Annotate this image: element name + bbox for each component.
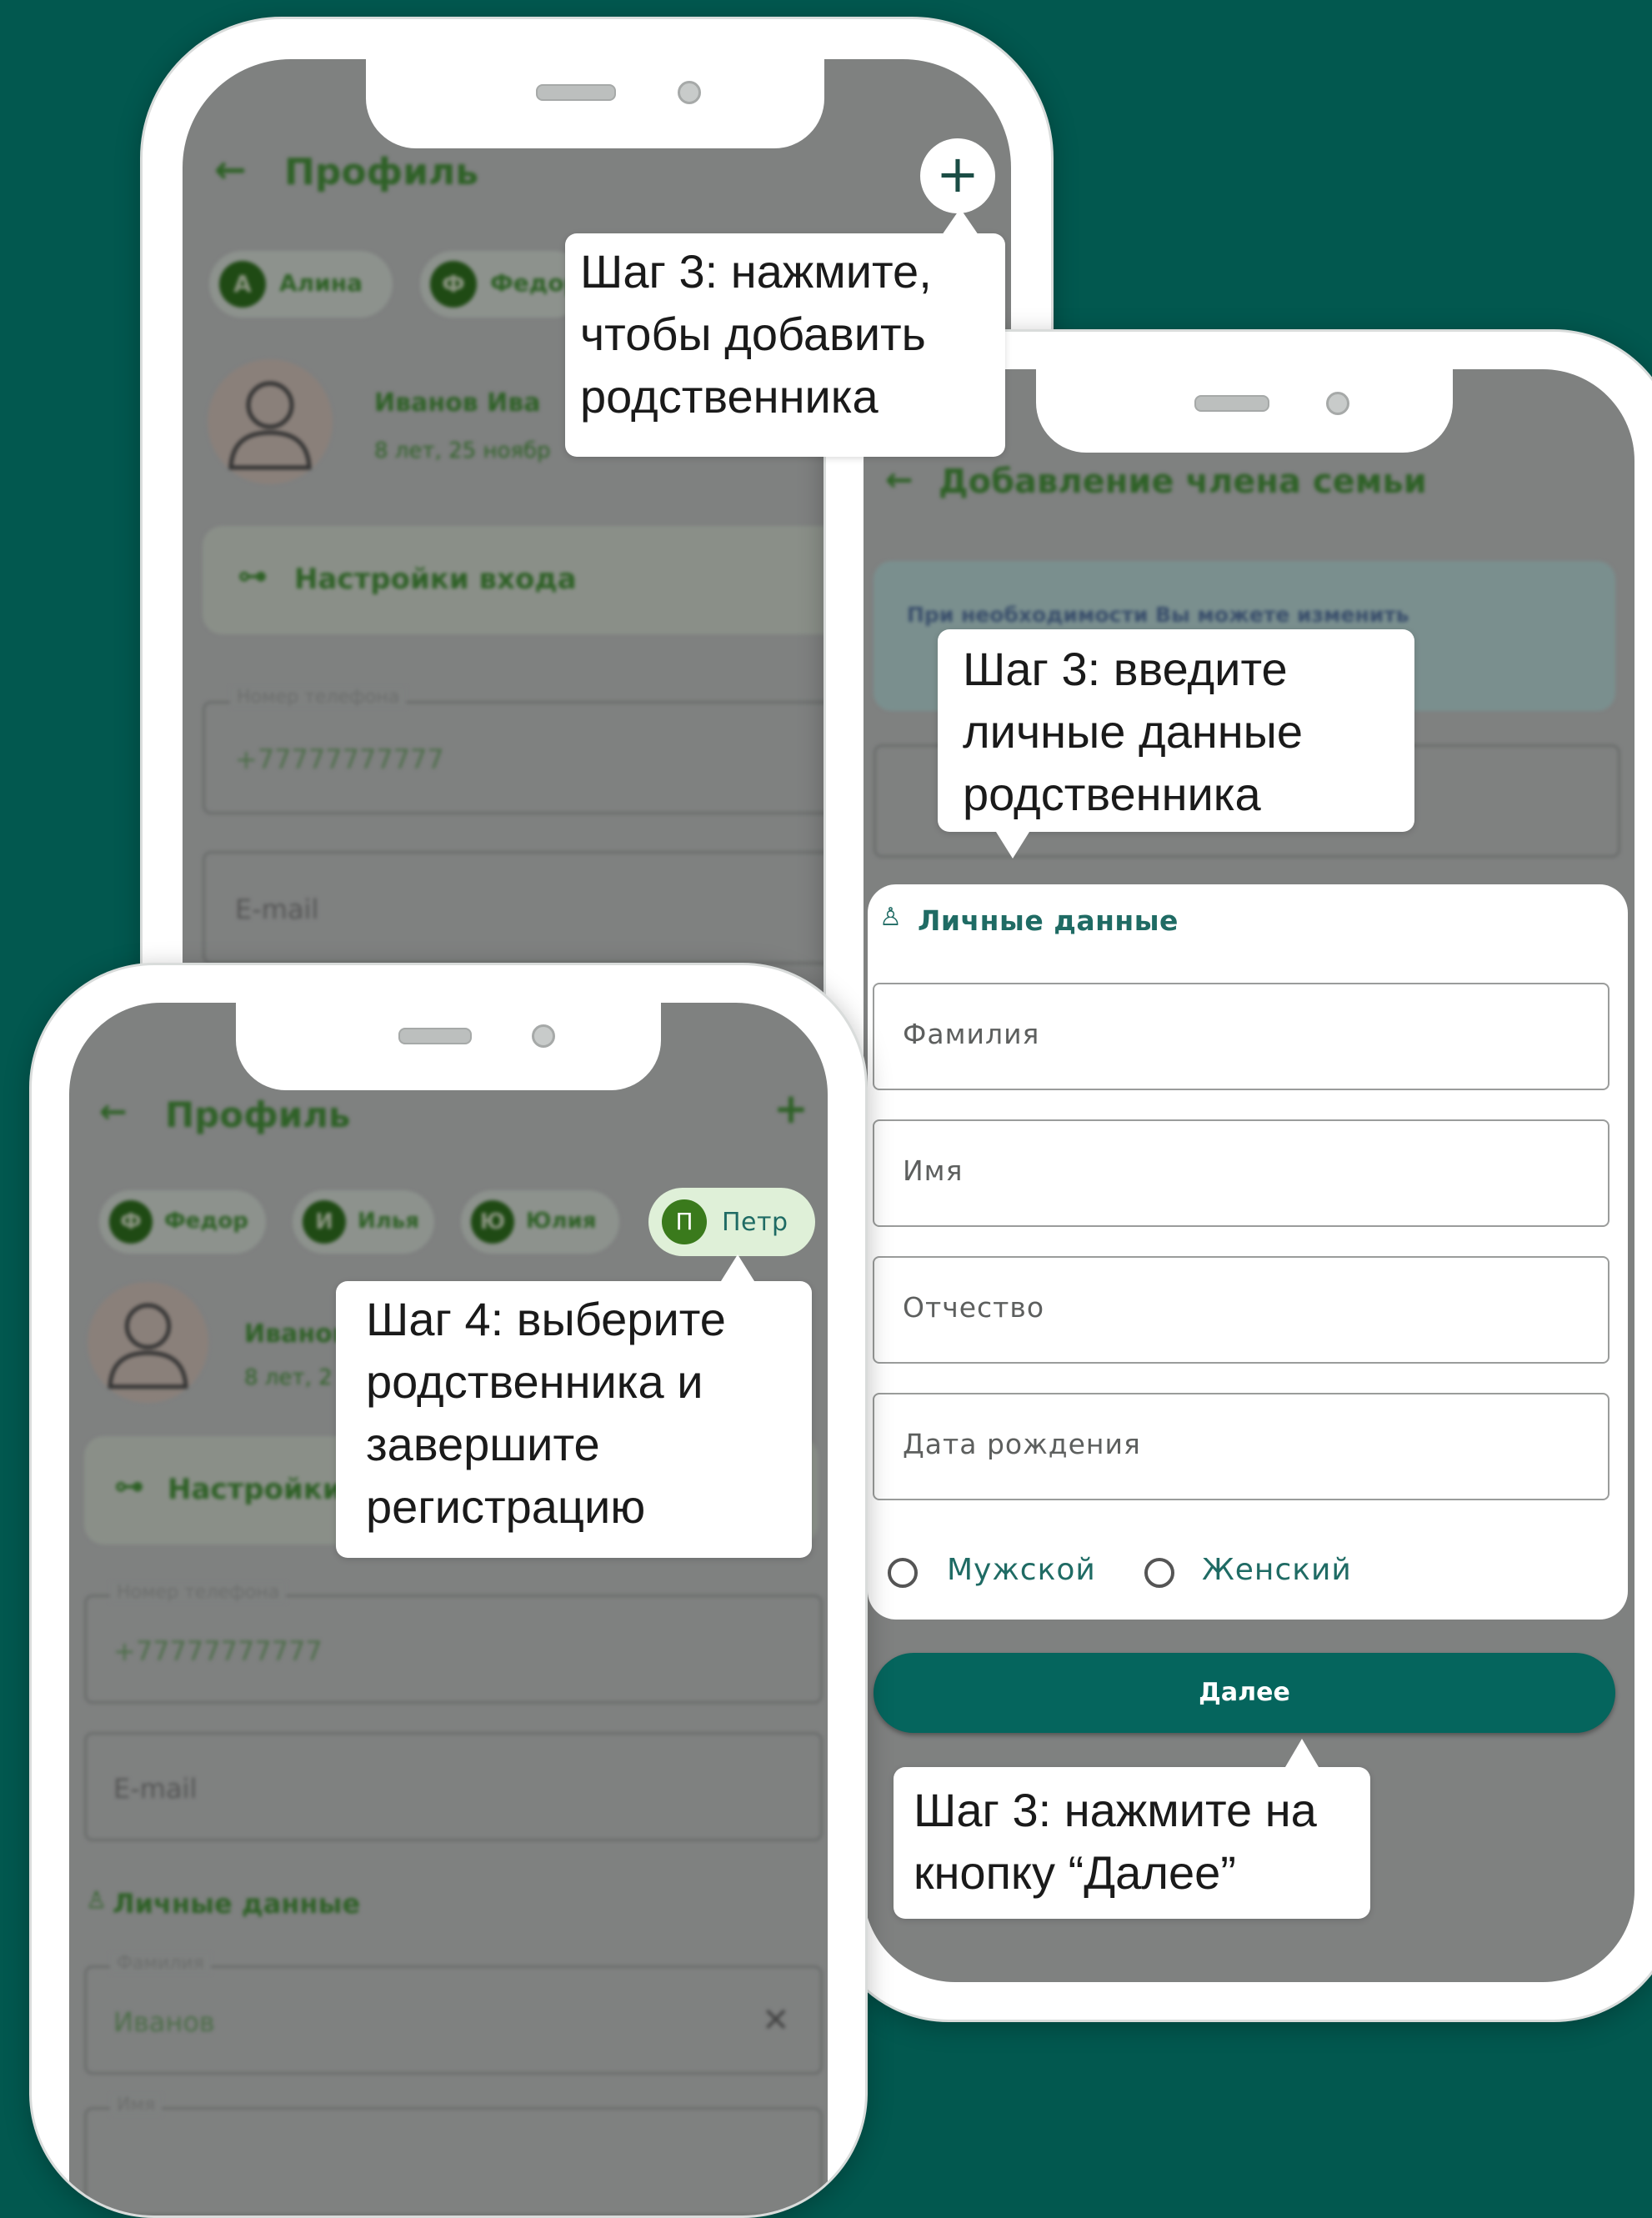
speaker — [398, 1028, 472, 1044]
add-relative-button[interactable]: + — [920, 138, 995, 213]
chip-alina[interactable]: А Алина — [209, 251, 393, 318]
speaker — [536, 84, 616, 101]
surname-field[interactable]: Фамилия Иванов ✕ — [84, 1953, 823, 2075]
user-age: 8 лет, 2 — [244, 1365, 333, 1390]
phone-profile-front: ← Профиль + Ф Федор И Илья Ю Юлия Иванов… — [29, 963, 868, 2218]
key-icon: ⊶ — [114, 1469, 144, 1504]
user-name: Иванов Ива — [374, 388, 541, 418]
key-icon: ⊶ — [238, 559, 268, 593]
camera — [678, 81, 701, 104]
user-age: 8 лет, 25 ноябр — [374, 438, 551, 463]
first-name-input[interactable]: Имя — [873, 1119, 1609, 1227]
avatar: И — [303, 1200, 346, 1244]
avatar: Ф — [430, 261, 477, 308]
user-avatar — [88, 1282, 208, 1403]
notch — [236, 999, 661, 1090]
section-title: Личные данные — [113, 1888, 361, 1920]
person-icon: ♙ — [86, 1886, 108, 1914]
tooltip-enter-data: Шаг 3: введите личные данные родственник… — [938, 629, 1414, 859]
camera — [1326, 392, 1349, 415]
chip-fedor[interactable]: Ф Федор — [420, 251, 587, 318]
page-title: Добавление члена семьи — [939, 463, 1427, 501]
avatar: А — [219, 261, 266, 308]
phone-screen: ← Добавление члена семьи При необходимос… — [864, 369, 1634, 1982]
tooltip-arrow — [942, 208, 979, 235]
patronymic-input[interactable]: Отчество — [873, 1256, 1609, 1364]
user-icon — [228, 381, 312, 470]
tooltip-press-next: Шаг 3: нажмите на кнопку “Далее” — [894, 1739, 1370, 1919]
tooltip-choose-relative: Шаг 4: выберите родственника и завершите… — [336, 1254, 812, 1558]
name-field[interactable]: Имя — [84, 2095, 823, 2215]
avatar: П — [662, 1199, 707, 1244]
next-button[interactable]: Далее — [874, 1653, 1615, 1733]
user-name: Иванов — [244, 1319, 348, 1349]
avatar: Ю — [471, 1200, 514, 1244]
chip-ilya[interactable]: И Илья — [293, 1190, 434, 1254]
chip-petr-active[interactable]: П Петр — [648, 1188, 815, 1256]
back-arrow-icon[interactable]: ← — [99, 1093, 128, 1131]
user-avatar — [208, 359, 333, 484]
tooltip-arrow — [721, 1254, 754, 1281]
person-icon: ♙ — [879, 903, 902, 932]
personal-data-card: ♙ Личные данные Фамилия Имя Отчество Дат… — [868, 884, 1628, 1620]
plus-icon: + — [936, 143, 979, 204]
tooltip-add-relative: Шаг 3: нажмите, чтобы добавить родственн… — [565, 208, 1005, 457]
chip-fedor[interactable]: Ф Федор — [99, 1190, 266, 1254]
page-title: Профиль — [284, 151, 479, 193]
phone-field[interactable]: Номер телефона +77777777777 — [84, 1582, 823, 1704]
gender-female-label[interactable]: Женский — [1202, 1553, 1352, 1587]
plus-icon[interactable]: + — [773, 1084, 808, 1133]
clear-icon[interactable]: ✕ — [762, 2001, 790, 2040]
speaker — [1194, 395, 1269, 412]
avatar: Ф — [109, 1200, 153, 1244]
camera — [532, 1024, 555, 1048]
gender-male-label[interactable]: Мужской — [947, 1553, 1096, 1587]
page-title: Профиль — [165, 1094, 351, 1135]
email-field[interactable]: E-mail — [84, 1732, 823, 1841]
back-arrow-icon[interactable]: ← — [885, 461, 914, 499]
section-title: Личные данные — [918, 904, 1179, 937]
tooltip-arrow — [996, 832, 1029, 859]
phone-screen: ← Профиль + Ф Федор И Илья Ю Юлия Иванов… — [69, 1003, 828, 2215]
chip-yulia[interactable]: Ю Юлия — [461, 1190, 619, 1254]
user-icon — [108, 1303, 188, 1389]
gender-female-radio[interactable] — [1144, 1558, 1174, 1588]
back-arrow-icon[interactable]: ← — [214, 147, 247, 192]
gender-male-radio[interactable] — [888, 1558, 918, 1588]
birth-date-input[interactable]: Дата рождения — [873, 1393, 1609, 1500]
tooltip-arrow — [1285, 1739, 1319, 1767]
surname-input[interactable]: Фамилия — [873, 983, 1609, 1090]
